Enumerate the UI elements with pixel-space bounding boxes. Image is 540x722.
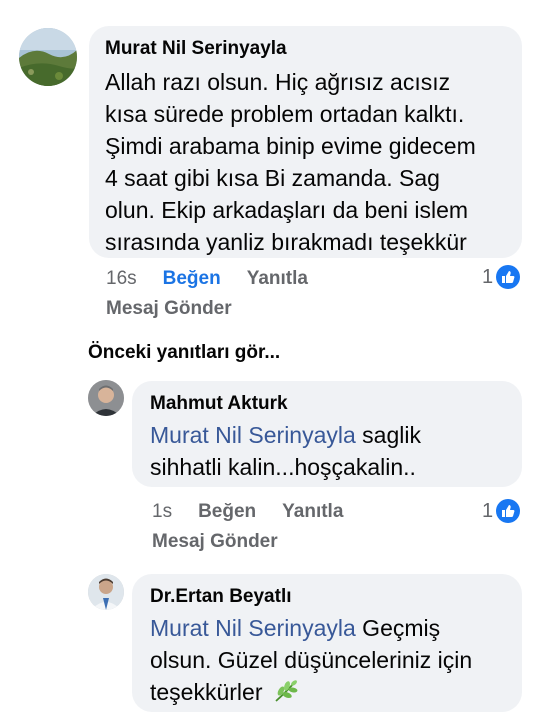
reply-line: teşekkürler [150,676,504,708]
reply-bubble: Mahmut Akturk Murat Nil Serinyayla sagli… [132,381,522,487]
reply-text: Murat Nil Serinyayla saglik sihhatli kal… [150,419,504,483]
comment-line: olun. Ekip arkadaşları da beni islem [105,197,469,223]
reply-line: sihhatli kalin...hoşçakalin.. [150,454,416,480]
comment-text: Allah razı olsun. Hiç ağrısız acısız kıs… [105,66,506,258]
person-avatar-icon [88,380,124,416]
doctor-avatar-icon [88,574,124,610]
comment-actions: 16s Beğen Yanıtla [106,268,334,290]
comment-author[interactable]: Murat Nil Serinyayla [105,38,506,60]
reply-author[interactable]: Mahmut Akturk [150,393,504,415]
like-button[interactable]: Beğen [198,501,256,523]
comment-bubble: Murat Nil Serinyayla Allah razı olsun. H… [89,26,522,258]
thumbs-up-icon [496,499,521,523]
reaction-summary[interactable]: 1 [482,499,521,523]
reply-line: Murat Nil Serinyayla saglik [150,419,504,451]
reply-line-rest: saglik [355,422,421,448]
reply-text: Murat Nil Serinyayla Geçmiş olsun. Güzel… [150,612,504,708]
reply-line: olsun. Güzel düşünceleriniz için [150,647,473,673]
mention-link[interactable]: Murat Nil Serinyayla [150,422,356,448]
herb-emoji-icon [275,680,298,702]
reply-button[interactable]: Yanıtla [247,268,308,290]
message-button[interactable]: Mesaj Gönder [152,531,278,553]
reply-button[interactable]: Yanıtla [282,501,343,523]
reply-line-rest: Geçmiş [355,615,441,641]
mention-link[interactable]: Murat Nil Serinyayla [150,615,356,641]
reply-line-text: teşekkürler [150,679,263,705]
thumbs-up-icon [496,265,521,289]
avatar-ertan[interactable] [88,574,124,610]
reply-line: Murat Nil Serinyayla Geçmiş [150,612,504,644]
avatar-murat[interactable] [19,28,77,86]
reply-bubble: Dr.Ertan Beyatlı Murat Nil Serinyayla Ge… [132,574,522,712]
comment-time[interactable]: 16s [106,268,137,290]
reply-time[interactable]: 1s [152,501,172,523]
avatar-mahmut[interactable] [88,380,124,416]
message-button[interactable]: Mesaj Gönder [106,298,232,320]
reply-actions: 1s Beğen Yanıtla [152,501,369,523]
like-button[interactable]: Beğen [163,268,221,290]
reaction-count: 1 [482,499,494,522]
comment-line: Allah razı olsun. Hiç ağrısız acısız [105,69,451,95]
comment-line: kısa sürede problem ortadan kalktı. [105,101,465,127]
reply-author[interactable]: Dr.Ertan Beyatlı [150,586,504,608]
view-previous-replies[interactable]: Önceki yanıtları gör... [88,342,280,364]
landscape-avatar-icon [19,28,77,86]
reaction-count: 1 [482,265,494,288]
reaction-summary[interactable]: 1 [482,265,521,289]
comment-line: 4 saat gibi kısa Bi zamanda. Sag [105,165,440,191]
comment-line: Şimdi arabama binip evime gidecem [105,133,476,159]
comment-line: sırasında yanliz bırakmadı teşekkür [105,229,467,255]
